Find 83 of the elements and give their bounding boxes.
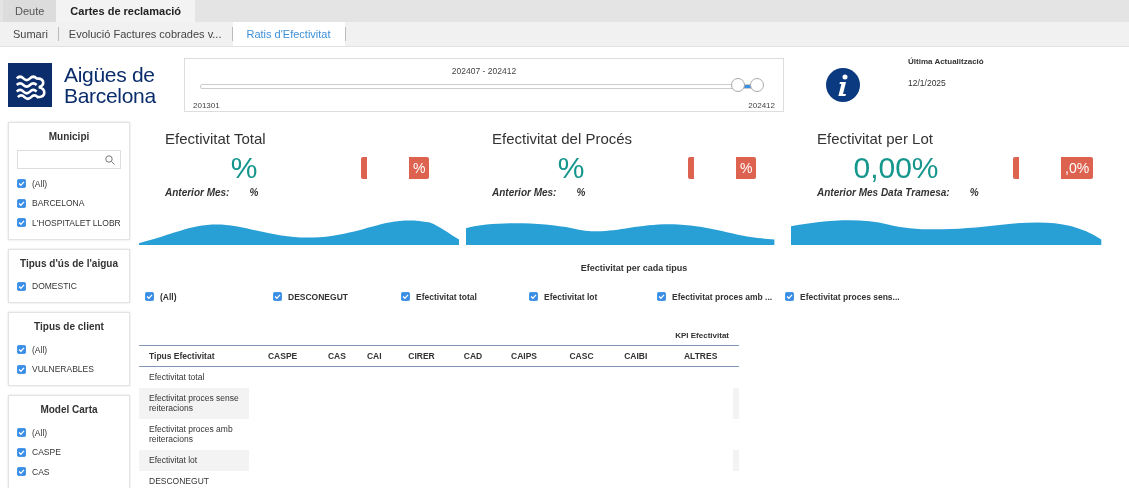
- change-badge: ,0%: [1013, 157, 1094, 179]
- filter-option[interactable]: L'HOSPITALET LLOBR: [32, 217, 121, 228]
- previous-value: %: [969, 187, 979, 198]
- section-title: Efectivitat per cada tipus: [579, 263, 689, 273]
- checkbox[interactable]: [785, 292, 794, 302]
- checkbox[interactable]: [657, 292, 666, 302]
- change-badge: %: [688, 157, 757, 179]
- checkbox[interactable]: [17, 364, 26, 374]
- search-icon: [105, 154, 115, 165]
- column-header: CASC: [569, 350, 594, 361]
- tab[interactable]: Deute: [3, 0, 57, 22]
- filter-title: Model Carta: [39, 404, 99, 415]
- column-header: CAIBI: [624, 350, 648, 361]
- previous-value: %: [576, 187, 586, 198]
- row-label: Efectivitat total: [139, 366, 249, 388]
- slider-handle[interactable]: [750, 78, 764, 92]
- checkbox[interactable]: [529, 292, 538, 302]
- min-label: 201301: [193, 101, 220, 110]
- checkbox[interactable]: [401, 292, 410, 302]
- previous-label: Anterior Mes:: [492, 187, 557, 198]
- type-option[interactable]: Efectivitat lot: [544, 291, 598, 302]
- filter-option[interactable]: CAS: [32, 466, 50, 477]
- checkbox[interactable]: [17, 198, 26, 208]
- page-tab[interactable]: Ratis d'Efectivitat: [232, 22, 345, 46]
- type-option[interactable]: Efectivitat proces amb ...: [672, 291, 773, 302]
- previous-value: %: [249, 187, 259, 198]
- type-option[interactable]: (All): [160, 291, 177, 302]
- change-badge: %: [361, 157, 430, 179]
- filter-title: Municipi: [47, 131, 91, 142]
- kpi-value: %: [556, 151, 586, 185]
- row-label: Efectivitat proces sense reiteracions: [139, 387, 249, 419]
- tab[interactable]: Cartes de reclamació: [56, 0, 196, 22]
- checkbox[interactable]: [17, 345, 26, 355]
- column-header: ALTRES: [683, 350, 718, 361]
- filter-option[interactable]: VULNERABLES: [32, 364, 94, 375]
- checkbox[interactable]: [145, 292, 154, 302]
- update-date: 12/1/2025: [908, 78, 947, 88]
- table-title: KPI Efectivitat: [675, 330, 729, 340]
- kpi-title: Efectivitat Total: [165, 130, 267, 147]
- filter-title: Tipus de client: [33, 321, 105, 332]
- previous-label: Anterior Mes:: [165, 187, 230, 198]
- checkbox[interactable]: [17, 179, 26, 189]
- range-label: 202407 - 202412: [450, 66, 518, 76]
- checkbox[interactable]: [17, 428, 26, 438]
- column-header: CAIPS: [511, 350, 537, 361]
- row-label: Efectivitat proces amb reiteracions: [139, 418, 249, 450]
- row-label: DESCONEGUT: [139, 470, 249, 488]
- filter-option[interactable]: (All): [32, 344, 48, 355]
- kpi-title: Efectivitat per Lot: [817, 130, 934, 147]
- checkbox[interactable]: [17, 447, 26, 457]
- filter-option[interactable]: (All): [32, 178, 48, 189]
- checkbox[interactable]: [17, 218, 26, 228]
- type-option[interactable]: Efectivitat proces sens...: [800, 291, 900, 302]
- column-header: CAS: [327, 350, 346, 361]
- type-option[interactable]: DESCONEGUT: [288, 291, 348, 302]
- previous-label: Anterior Mes Data Tramesa:: [817, 187, 950, 198]
- waves-logo-icon: [8, 63, 52, 107]
- column-header: Tipus Efectivitat: [149, 350, 215, 361]
- page-tab[interactable]: Sumari: [3, 22, 58, 46]
- checkbox[interactable]: [273, 292, 282, 302]
- filter-option[interactable]: DOMESTIC: [32, 281, 77, 292]
- checkbox[interactable]: [17, 467, 26, 477]
- column-header: CAD: [463, 350, 483, 361]
- kpi-value: 0,00%: [852, 151, 940, 185]
- kpi-title: Efectivitat del Procés: [492, 130, 634, 147]
- filter-option[interactable]: BARCELONA: [32, 198, 85, 209]
- page-tab[interactable]: Evolució Factures cobrades v...: [58, 22, 232, 46]
- column-header: CAI: [367, 350, 382, 361]
- filter-option[interactable]: (All): [32, 427, 48, 438]
- info-icon[interactable]: [826, 68, 860, 102]
- company-name: Aigües de Barcelona: [64, 64, 156, 106]
- max-label: 202412: [748, 101, 775, 110]
- row-label: Efectivitat lot: [139, 449, 249, 471]
- filter-option[interactable]: CASPE: [32, 447, 61, 458]
- checkbox[interactable]: [17, 281, 26, 291]
- filter-title: Tipus d'ús de l'aigua: [19, 257, 119, 269]
- search-field[interactable]: [17, 150, 121, 169]
- slider-handle[interactable]: [730, 78, 745, 92]
- update-title: Última Actualització: [908, 57, 984, 66]
- column-header: CIRER: [408, 350, 435, 361]
- type-option[interactable]: Efectivitat total: [416, 291, 477, 302]
- kpi-value: %: [229, 151, 259, 185]
- column-header: CASPE: [268, 350, 298, 361]
